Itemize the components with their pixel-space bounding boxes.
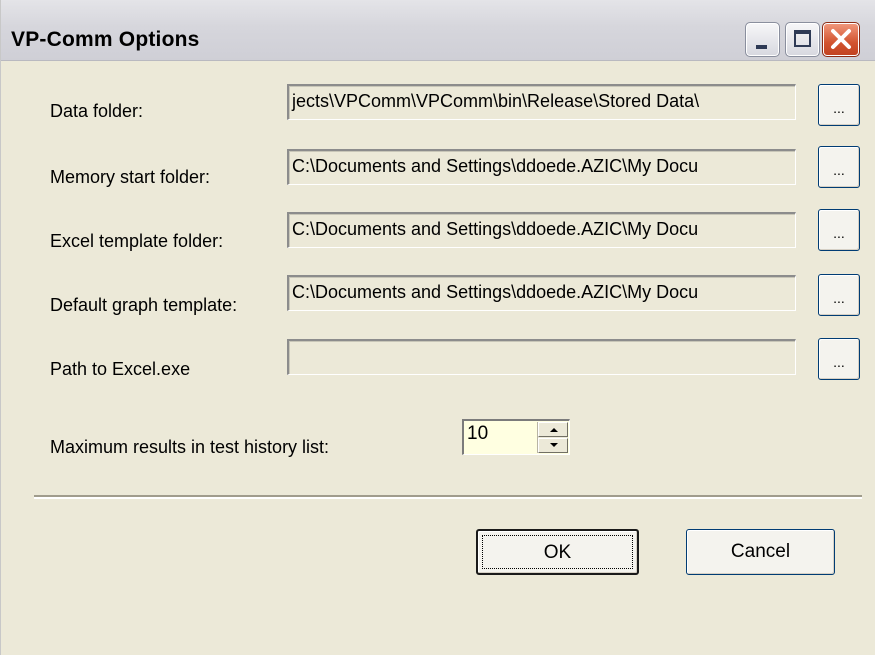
options-dialog: VP-Comm Options Data folder: jects\VPCom… <box>0 0 875 655</box>
spin-down-button[interactable] <box>538 438 568 453</box>
close-icon <box>831 29 851 49</box>
default-graph-template-field[interactable]: C:\Documents and Settings\ddoede.AZIC\My… <box>287 275 796 311</box>
memory-start-folder-field[interactable]: C:\Documents and Settings\ddoede.AZIC\My… <box>287 149 796 185</box>
memory-start-folder-label: Memory start folder: <box>50 167 211 187</box>
title-bar[interactable]: VP-Comm Options <box>1 0 875 61</box>
spin-up-button[interactable] <box>538 422 568 437</box>
data-folder-browse-button[interactable]: ... <box>818 84 860 126</box>
data-folder-field[interactable]: jects\VPComm\VPComm\bin\Release\Stored D… <box>287 84 796 120</box>
window-title: VP-Comm Options <box>11 28 200 51</box>
excel-template-folder-label: Excel template folder: <box>50 231 224 251</box>
history-max-label: Maximum results in test history list: <box>50 437 330 457</box>
cancel-button[interactable]: Cancel <box>686 529 835 575</box>
excel-template-folder-field[interactable]: C:\Documents and Settings\ddoede.AZIC\My… <box>287 212 796 248</box>
default-graph-template-browse-button[interactable]: ... <box>818 274 860 316</box>
minimize-button[interactable] <box>745 22 780 57</box>
default-graph-template-label: Default graph template: <box>50 295 238 315</box>
minimize-icon <box>756 45 767 49</box>
maximize-button[interactable] <box>785 22 820 57</box>
memory-start-folder-browse-button[interactable]: ... <box>818 146 860 188</box>
ok-button[interactable]: OK <box>476 529 639 575</box>
excel-path-label: Path to Excel.exe <box>50 359 191 379</box>
history-max-value[interactable]: 10 <box>467 423 488 445</box>
separator <box>34 495 862 499</box>
excel-path-field[interactable] <box>287 339 796 375</box>
excel-template-folder-browse-button[interactable]: ... <box>818 209 860 251</box>
maximize-icon <box>794 30 811 47</box>
spinner-buttons <box>537 422 568 453</box>
history-max-spinner[interactable]: 10 <box>462 419 570 455</box>
excel-path-browse-button[interactable]: ... <box>818 338 860 380</box>
data-folder-label: Data folder: <box>50 101 144 121</box>
close-button[interactable] <box>822 22 860 57</box>
ok-button-label: OK <box>482 535 633 569</box>
